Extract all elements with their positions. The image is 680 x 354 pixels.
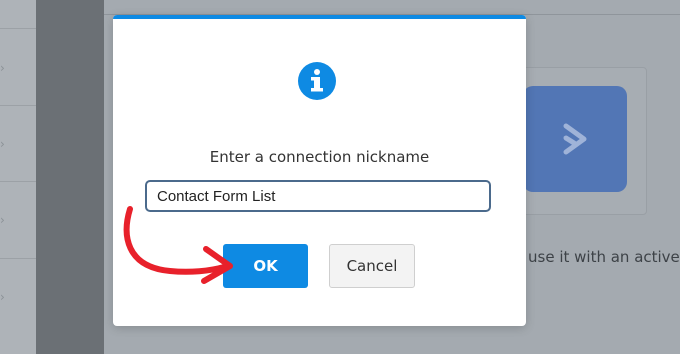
chevron-right-icon: › xyxy=(0,137,5,151)
ok-button[interactable]: OK xyxy=(223,244,308,288)
cancel-button[interactable]: Cancel xyxy=(329,244,415,288)
dialog-accent-bar xyxy=(113,15,526,19)
info-icon xyxy=(298,62,336,100)
background-sidebar: › › › › xyxy=(0,0,36,354)
chevron-right-icon: › xyxy=(0,290,5,304)
sidebar-divider xyxy=(0,28,36,29)
connection-nickname-dialog: Enter a connection nickname OK Cancel xyxy=(113,15,526,326)
integration-logo xyxy=(523,86,627,192)
chevron-right-icon: › xyxy=(0,213,5,227)
connection-nickname-input[interactable] xyxy=(145,180,491,212)
sidebar-divider xyxy=(0,181,36,182)
sidebar-divider xyxy=(0,105,36,106)
sidebar-divider xyxy=(0,258,36,259)
dialog-prompt: Enter a connection nickname xyxy=(209,148,430,166)
background-description: use it with an active A xyxy=(528,248,680,266)
chevron-right-icon xyxy=(563,123,587,155)
chevron-right-icon: › xyxy=(0,61,5,75)
background-panel xyxy=(36,0,104,354)
